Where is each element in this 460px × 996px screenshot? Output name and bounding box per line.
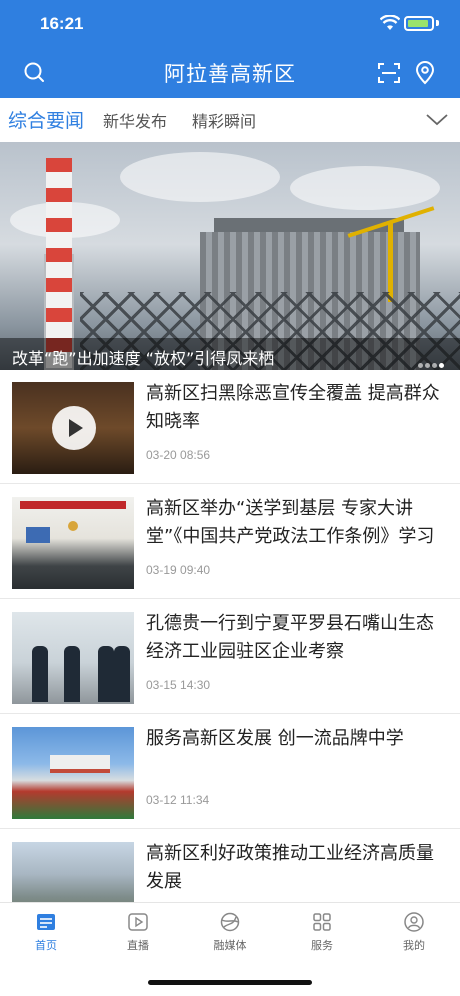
news-title: 高新区扫黑除恶宣传全覆盖 提高群众知晓率 [146, 383, 440, 432]
nav-label: 首页 [35, 939, 57, 952]
news-date: 03-12 11:34 [146, 793, 210, 807]
tab-moments[interactable]: 精彩瞬间 [192, 108, 256, 132]
news-thumbnail [12, 727, 134, 819]
battery-icon [404, 16, 434, 31]
news-icon [37, 914, 55, 930]
user-icon [404, 912, 424, 932]
news-item[interactable]: 高新区举办“送学到基层 专家大讲堂”《中国共产党政法工作条例》学习 03-19 … [0, 485, 460, 599]
chevron-down-icon[interactable] [424, 108, 450, 130]
news-date: 03-20 08:56 [146, 448, 211, 462]
hero-caption[interactable]: 改革“跑”出加速度 “放权”引得凤来栖 [12, 345, 274, 369]
hero-banner[interactable]: 改革“跑”出加速度 “放权”引得凤来栖 [0, 142, 460, 370]
news-title: 高新区举办“送学到基层 专家大讲堂”《中国共产党政法工作条例》学习 [146, 498, 435, 547]
news-item[interactable]: 高新区扫黑除恶宣传全覆盖 提高群众知晓率 03-20 08:56 [0, 370, 460, 484]
news-item[interactable]: 孔德贵一行到宁夏平罗县石嘴山生态经济工业园驻区企业考察 03-15 14:30 [0, 600, 460, 714]
nav-label: 融媒体 [213, 939, 247, 952]
grid-icon [313, 913, 331, 931]
news-thumbnail [12, 382, 134, 474]
play-icon [128, 913, 148, 931]
app-header: 16:21 阿拉善高新区 [0, 0, 460, 98]
play-icon[interactable] [52, 406, 96, 450]
nav-label: 我的 [403, 939, 425, 952]
scan-icon[interactable] [376, 60, 402, 86]
location-icon[interactable] [412, 60, 438, 86]
nav-label: 直播 [127, 939, 149, 952]
nav-media[interactable]: 融媒体 [200, 911, 260, 953]
globe-icon [220, 912, 240, 932]
nav-profile[interactable]: 我的 [384, 911, 444, 953]
home-indicator [148, 980, 312, 985]
news-date: 03-19 09:40 [146, 563, 211, 577]
news-item[interactable]: 服务高新区发展 创一流品牌中学 03-12 11:34 [0, 715, 460, 829]
chimney-image [46, 158, 72, 368]
nav-live[interactable]: 直播 [108, 911, 168, 953]
status-bar: 16:21 [0, 0, 460, 50]
news-date: 03-15 14:30 [146, 678, 211, 692]
news-title: 孔德贵一行到宁夏平罗县石嘴山生态经济工业园驻区企业考察 [146, 613, 434, 662]
nav-home[interactable]: 首页 [16, 911, 76, 953]
news-thumbnail [12, 612, 134, 704]
status-time: 16:21 [40, 14, 84, 33]
carousel-indicator [418, 353, 446, 370]
channel-tabs: 综合要闻 新华发布 精彩瞬间 [0, 98, 460, 142]
tab-news[interactable]: 综合要闻 [8, 106, 84, 133]
nav-service[interactable]: 服务 [292, 911, 352, 953]
tab-xinhua[interactable]: 新华发布 [103, 108, 167, 132]
news-thumbnail [12, 497, 134, 589]
news-title: 高新区利好政策推动工业经济高质量发展 [146, 843, 434, 892]
wifi-icon [380, 15, 400, 30]
nav-label: 服务 [311, 939, 333, 952]
news-title: 服务高新区发展 创一流品牌中学 [146, 728, 404, 749]
